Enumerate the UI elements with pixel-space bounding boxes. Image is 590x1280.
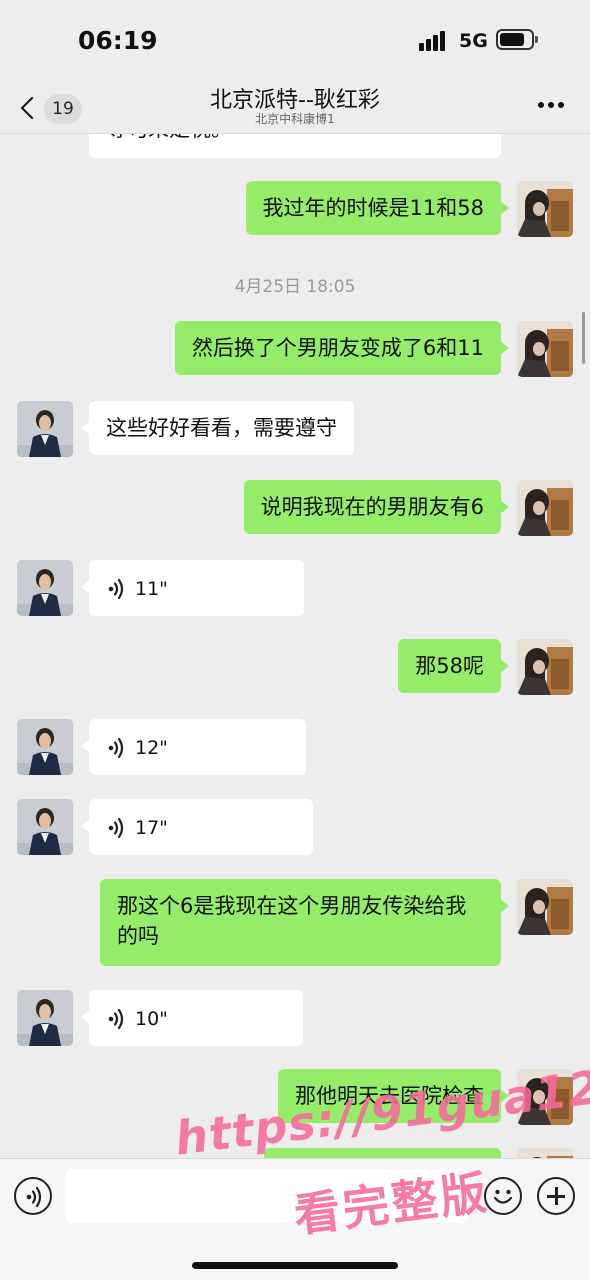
avatar-image — [17, 990, 73, 1046]
message-bubble-outgoing[interactable]: 说明我现在的男朋友有6 — [243, 480, 510, 534]
voice-message-bubble[interactable]: 17" — [81, 799, 313, 855]
contact-avatar[interactable] — [17, 799, 73, 855]
my-avatar[interactable] — [517, 321, 573, 377]
more-icon[interactable] — [538, 102, 564, 110]
contact-avatar[interactable] — [17, 560, 73, 616]
home-indicator[interactable] — [192, 1262, 398, 1269]
voice-message-icon — [107, 817, 124, 839]
chat-subtitle: 北京中科康博1 — [255, 112, 335, 126]
status-time: 06:19 — [78, 26, 158, 55]
avatar-image — [517, 639, 573, 695]
my-avatar[interactable] — [517, 879, 573, 935]
voice-duration: 12" — [135, 737, 168, 759]
voice-message-bubble[interactable]: 10" — [81, 990, 303, 1046]
avatar-image — [517, 181, 573, 237]
message-bubble-outgoing[interactable]: 然后换了个男朋友变成了6和11 — [174, 321, 510, 375]
avatar-image — [17, 560, 73, 616]
voice-message-icon — [107, 737, 124, 759]
avatar-image — [17, 401, 73, 457]
chat-messages-area[interactable]: 尋句來是祝。 我过年的时候是11和58 4月25日 18:05 然后换了个男朋友… — [0, 0, 590, 1158]
emoji-icon — [493, 1189, 513, 1204]
message-text: 这些好好看看，需要遵守 — [106, 416, 337, 440]
my-avatar[interactable] — [517, 639, 573, 695]
message-bubble-incoming[interactable]: 这些好好看看，需要遵守 — [81, 401, 354, 455]
voice-duration: 17" — [135, 817, 168, 839]
chat-header: 19 北京派特--耿红彩 北京中科康博1 — [0, 80, 590, 134]
battery-icon — [496, 29, 538, 50]
my-avatar[interactable] — [517, 181, 573, 237]
signal-icon — [419, 29, 449, 51]
message-bubble-outgoing[interactable]: 那58呢 — [398, 639, 509, 693]
avatar-image — [517, 321, 573, 377]
contact-avatar[interactable] — [17, 401, 73, 457]
contact-avatar[interactable] — [17, 719, 73, 775]
message-text: 说明我现在的男朋友有6 — [260, 495, 484, 519]
voice-message-icon — [107, 578, 124, 600]
contact-avatar[interactable] — [17, 990, 73, 1046]
avatar-image — [517, 480, 573, 536]
my-avatar[interactable] — [517, 480, 573, 536]
voice-duration: 10" — [135, 1008, 168, 1030]
message-text: 然后换了个男朋友变成了6和11 — [191, 336, 484, 360]
message-timestamp: 4月25日 18:05 — [234, 277, 356, 297]
message-bubble-outgoing[interactable]: 我过年的时候是11和58 — [245, 181, 510, 235]
voice-input-button[interactable] — [14, 1177, 52, 1215]
avatar-image — [17, 799, 73, 855]
voice-message-bubble[interactable]: 11" — [81, 560, 304, 616]
message-text: 我过年的时候是11和58 — [262, 196, 484, 220]
scroll-indicator[interactable] — [582, 312, 585, 364]
message-bubble-outgoing[interactable]: 那这个6是我现在这个男朋友传染给我的吗 — [100, 879, 509, 966]
message-text: 那这个6是我现在这个男朋友传染给我的吗 — [117, 894, 467, 948]
avatar-image — [517, 1148, 573, 1158]
message-text: 那58呢 — [415, 654, 484, 678]
voice-message-bubble[interactable]: 12" — [81, 719, 306, 775]
my-avatar[interactable] — [517, 1148, 573, 1158]
voice-message-icon — [107, 1008, 124, 1030]
voice-duration: 11" — [135, 578, 168, 600]
avatar-image — [517, 879, 573, 935]
plus-button[interactable] — [537, 1177, 575, 1215]
network-type: 5G — [459, 30, 488, 52]
voice-input-icon — [25, 1186, 42, 1208]
status-bar: 06:19 5G — [0, 0, 590, 80]
avatar-image — [17, 719, 73, 775]
